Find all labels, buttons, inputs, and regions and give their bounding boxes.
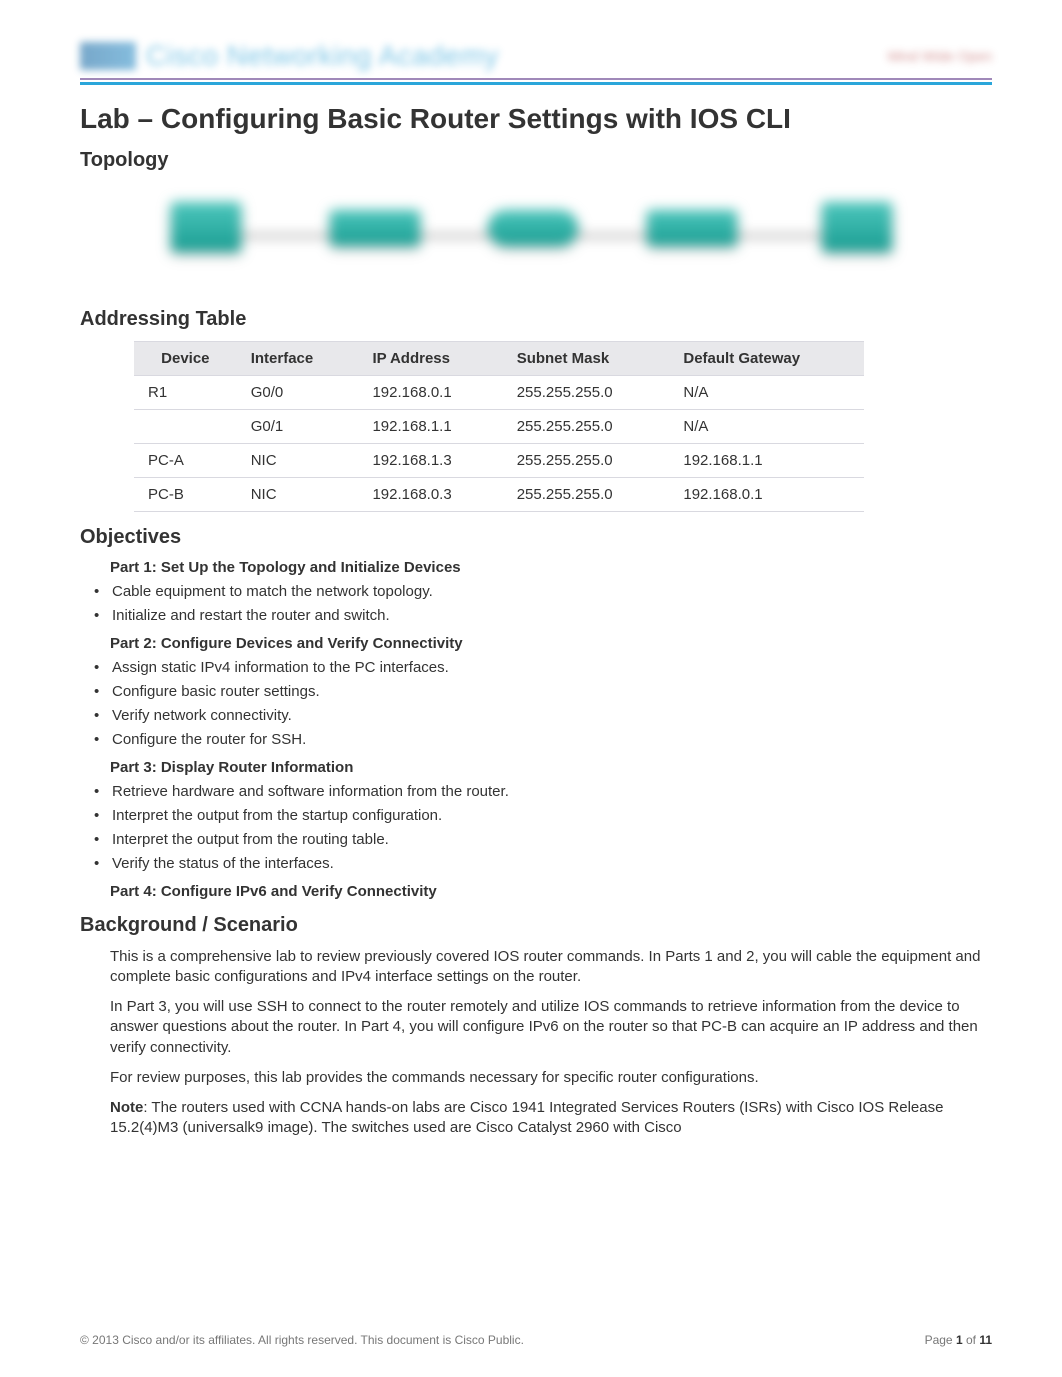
cell: 192.168.0.1 xyxy=(669,478,864,512)
list-item: Verify network connectivity. xyxy=(88,706,992,726)
section-objectives: Objectives xyxy=(80,526,992,549)
cell: 255.255.255.0 xyxy=(503,376,670,410)
objectives-part3-title: Part 3: Display Router Information xyxy=(110,759,992,776)
cell: 192.168.0.1 xyxy=(358,376,502,410)
cell: 192.168.0.3 xyxy=(358,478,502,512)
cell: 255.255.255.0 xyxy=(503,478,670,512)
cell: 192.168.1.1 xyxy=(669,444,864,478)
th-mask: Subnet Mask xyxy=(503,342,670,376)
topology-diagram xyxy=(139,182,933,292)
list-item: Interpret the output from the routing ta… xyxy=(88,830,992,850)
th-gateway: Default Gateway xyxy=(669,342,864,376)
cell: 192.168.1.1 xyxy=(358,410,502,444)
header-bar: Cisco Networking Academy Mind Wide Open xyxy=(80,40,992,72)
list-item: Retrieve hardware and software informati… xyxy=(88,782,992,802)
list-item: Configure basic router settings. xyxy=(88,682,992,702)
list-item: Configure the router for SSH. xyxy=(88,730,992,750)
logo-block: Cisco Networking Academy xyxy=(80,40,499,72)
background-para: For review purposes, this lab provides t… xyxy=(110,1068,992,1088)
topology-router-icon xyxy=(488,210,578,246)
topology-switch-icon xyxy=(647,210,737,246)
cell: 255.255.255.0 xyxy=(503,444,670,478)
table-header-row: Device Interface IP Address Subnet Mask … xyxy=(134,342,864,376)
header-brand: Cisco Networking Academy xyxy=(146,40,499,72)
topology-switch-icon xyxy=(330,210,420,246)
cell: NIC xyxy=(237,478,359,512)
footer-page: Page 1 of 11 xyxy=(925,1333,992,1347)
list-item: Cable equipment to match the network top… xyxy=(88,582,992,602)
note-label: Note xyxy=(110,1099,143,1116)
background-note: Note: The routers used with CCNA hands-o… xyxy=(110,1098,992,1139)
cell: G0/0 xyxy=(237,376,359,410)
objectives-part2-title: Part 2: Configure Devices and Verify Con… xyxy=(110,635,992,652)
footer-page-label: Page xyxy=(925,1333,956,1347)
table-row: R1 G0/0 192.168.0.1 255.255.255.0 N/A xyxy=(134,376,864,410)
section-addressing: Addressing Table xyxy=(80,308,992,331)
footer-page-num: 1 xyxy=(956,1333,963,1347)
addressing-table: Device Interface IP Address Subnet Mask … xyxy=(134,341,864,512)
list-item: Verify the status of the interfaces. xyxy=(88,854,992,874)
objectives-block: Part 1: Set Up the Topology and Initiali… xyxy=(80,559,992,900)
list-item: Assign static IPv4 information to the PC… xyxy=(88,658,992,678)
th-interface: Interface xyxy=(237,342,359,376)
cell: N/A xyxy=(669,410,864,444)
header-tagline: Mind Wide Open xyxy=(888,48,992,64)
th-ip: IP Address xyxy=(358,342,502,376)
cisco-logo-icon xyxy=(80,42,136,70)
page-footer: © 2013 Cisco and/or its affiliates. All … xyxy=(80,1333,992,1347)
topology-pc-icon xyxy=(822,202,892,252)
table-row: PC-B NIC 192.168.0.3 255.255.255.0 192.1… xyxy=(134,478,864,512)
footer-page-total: 11 xyxy=(979,1333,992,1347)
divider-accent xyxy=(80,82,992,85)
cell: 192.168.1.3 xyxy=(358,444,502,478)
cell xyxy=(134,410,237,444)
table-row: G0/1 192.168.1.1 255.255.255.0 N/A xyxy=(134,410,864,444)
background-para: In Part 3, you will use SSH to connect t… xyxy=(110,997,992,1058)
section-topology: Topology xyxy=(80,149,992,172)
cell: PC-A xyxy=(134,444,237,478)
footer-page-of: of xyxy=(963,1333,980,1347)
table-row: PC-A NIC 192.168.1.3 255.255.255.0 192.1… xyxy=(134,444,864,478)
cell: G0/1 xyxy=(237,410,359,444)
page-title: Lab – Configuring Basic Router Settings … xyxy=(80,103,992,135)
list-item: Interpret the output from the startup co… xyxy=(88,806,992,826)
topology-pc-icon xyxy=(171,202,241,252)
cell: NIC xyxy=(237,444,359,478)
cell: N/A xyxy=(669,376,864,410)
cell: R1 xyxy=(134,376,237,410)
divider-top xyxy=(80,78,992,80)
background-para: This is a comprehensive lab to review pr… xyxy=(110,947,992,988)
cell: 255.255.255.0 xyxy=(503,410,670,444)
list-item: Initialize and restart the router and sw… xyxy=(88,606,992,626)
footer-copyright: © 2013 Cisco and/or its affiliates. All … xyxy=(80,1333,524,1347)
note-text: : The routers used with CCNA hands-on la… xyxy=(110,1099,943,1136)
section-background: Background / Scenario xyxy=(80,914,992,937)
objectives-part4-title: Part 4: Configure IPv6 and Verify Connec… xyxy=(110,883,992,900)
th-device: Device xyxy=(134,342,237,376)
objectives-part1-title: Part 1: Set Up the Topology and Initiali… xyxy=(110,559,992,576)
cell: PC-B xyxy=(134,478,237,512)
